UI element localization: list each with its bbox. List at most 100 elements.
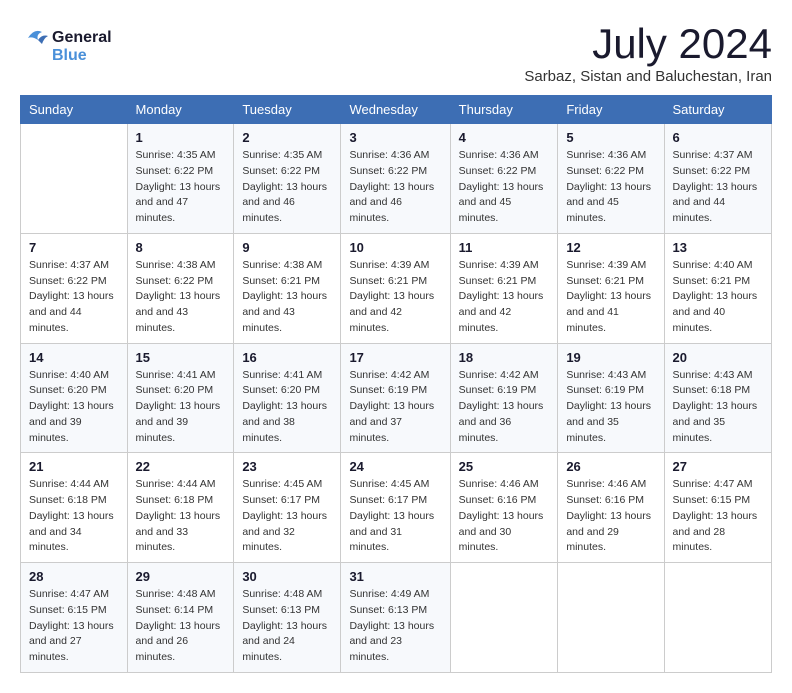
calendar-cell: 2 Sunrise: 4:35 AMSunset: 6:22 PMDaylight… [234, 124, 341, 234]
day-info: Sunrise: 4:47 AMSunset: 6:15 PMDaylight:… [29, 587, 119, 666]
page-header: General Blue July 2024 Sarbaz, Sistan an… [20, 20, 772, 85]
header-monday: Monday [127, 96, 234, 124]
day-number: 11 [459, 240, 550, 255]
header-sunday: Sunday [21, 96, 128, 124]
day-info: Sunrise: 4:41 AMSunset: 6:20 PMDaylight:… [136, 368, 226, 447]
calendar-cell: 20Sunrise: 4:43 AMSunset: 6:18 PMDayligh… [664, 343, 771, 453]
calendar-cell: 23 Sunrise: 4:45 AMSunset: 6:17 PMDayligh… [234, 453, 341, 563]
calendar-cell: 1 Sunrise: 4:35 AMSunset: 6:22 PMDaylight… [127, 124, 234, 234]
day-number: 1 [136, 130, 226, 145]
day-info: Sunrise: 4:49 AMSunset: 6:13 PMDaylight:… [349, 587, 441, 666]
calendar-cell: 21 Sunrise: 4:44 AMSunset: 6:18 PMDayligh… [21, 453, 128, 563]
header-thursday: Thursday [450, 96, 558, 124]
calendar-cell: 27 Sunrise: 4:47 AMSunset: 6:15 PMDayligh… [664, 453, 771, 563]
day-number: 28 [29, 569, 119, 584]
calendar-cell: 15 Sunrise: 4:41 AMSunset: 6:20 PMDayligh… [127, 343, 234, 453]
day-info: Sunrise: 4:35 AMSunset: 6:22 PMDaylight:… [242, 148, 332, 227]
calendar-cell: 25Sunrise: 4:46 AMSunset: 6:16 PMDayligh… [450, 453, 558, 563]
day-number: 6 [673, 130, 763, 145]
day-info: Sunrise: 4:44 AMSunset: 6:18 PMDaylight:… [29, 477, 119, 556]
calendar-cell [450, 563, 558, 673]
day-number: 10 [349, 240, 441, 255]
day-number: 18 [459, 350, 550, 365]
calendar-cell: 24 Sunrise: 4:45 AMSunset: 6:17 PMDayligh… [341, 453, 450, 563]
day-info: Sunrise: 4:43 AMSunset: 6:18 PMDaylight:… [673, 368, 763, 447]
day-info: Sunrise: 4:42 AMSunset: 6:19 PMDaylight:… [349, 368, 441, 447]
svg-text:Blue: Blue [52, 47, 87, 64]
day-number: 2 [242, 130, 332, 145]
day-info: Sunrise: 4:40 AMSunset: 6:21 PMDaylight:… [673, 258, 763, 337]
svg-text:General: General [52, 29, 112, 46]
day-info: Sunrise: 4:35 AMSunset: 6:22 PMDaylight:… [136, 148, 226, 227]
calendar-cell: 10 Sunrise: 4:39 AMSunset: 6:21 PMDayligh… [341, 233, 450, 343]
header-friday: Friday [558, 96, 664, 124]
day-info: Sunrise: 4:45 AMSunset: 6:17 PMDaylight:… [349, 477, 441, 556]
calendar-cell: 13 Sunrise: 4:40 AMSunset: 6:21 PMDayligh… [664, 233, 771, 343]
calendar-cell [664, 563, 771, 673]
calendar-cell: 18 Sunrise: 4:42 AMSunset: 6:19 PMDayligh… [450, 343, 558, 453]
day-info: Sunrise: 4:39 AMSunset: 6:21 PMDaylight:… [566, 258, 655, 337]
day-info: Sunrise: 4:46 AMSunset: 6:16 PMDaylight:… [459, 477, 550, 556]
calendar-cell: 7Sunrise: 4:37 AMSunset: 6:22 PMDaylight… [21, 233, 128, 343]
day-number: 4 [459, 130, 550, 145]
day-number: 24 [349, 459, 441, 474]
day-info: Sunrise: 4:37 AMSunset: 6:22 PMDaylight:… [673, 148, 763, 227]
day-number: 15 [136, 350, 226, 365]
day-number: 29 [136, 569, 226, 584]
calendar-cell: 16Sunrise: 4:41 AMSunset: 6:20 PMDayligh… [234, 343, 341, 453]
calendar-table: SundayMondayTuesdayWednesdayThursdayFrid… [20, 95, 772, 673]
calendar-cell [21, 124, 128, 234]
calendar-cell [558, 563, 664, 673]
day-info: Sunrise: 4:40 AMSunset: 6:20 PMDaylight:… [29, 368, 119, 447]
day-info: Sunrise: 4:48 AMSunset: 6:14 PMDaylight:… [136, 587, 226, 666]
day-info: Sunrise: 4:45 AMSunset: 6:17 PMDaylight:… [242, 477, 332, 556]
day-number: 13 [673, 240, 763, 255]
calendar-cell: 26Sunrise: 4:46 AMSunset: 6:16 PMDayligh… [558, 453, 664, 563]
calendar-cell: 11Sunrise: 4:39 AMSunset: 6:21 PMDayligh… [450, 233, 558, 343]
day-number: 3 [349, 130, 441, 145]
day-info: Sunrise: 4:48 AMSunset: 6:13 PMDaylight:… [242, 587, 332, 666]
header-tuesday: Tuesday [234, 96, 341, 124]
day-info: Sunrise: 4:46 AMSunset: 6:16 PMDaylight:… [566, 477, 655, 556]
header-wednesday: Wednesday [341, 96, 450, 124]
day-info: Sunrise: 4:38 AMSunset: 6:21 PMDaylight:… [242, 258, 332, 337]
day-info: Sunrise: 4:36 AMSunset: 6:22 PMDaylight:… [349, 148, 441, 227]
day-info: Sunrise: 4:39 AMSunset: 6:21 PMDaylight:… [349, 258, 441, 337]
calendar-cell: 8 Sunrise: 4:38 AMSunset: 6:22 PMDaylight… [127, 233, 234, 343]
day-number: 23 [242, 459, 332, 474]
day-number: 9 [242, 240, 332, 255]
week-row-0: 1 Sunrise: 4:35 AMSunset: 6:22 PMDaylight… [21, 124, 772, 234]
day-number: 27 [673, 459, 763, 474]
title-block: July 2024 Sarbaz, Sistan and Baluchestan… [524, 20, 772, 85]
day-number: 30 [242, 569, 332, 584]
calendar-cell: 29 Sunrise: 4:48 AMSunset: 6:14 PMDayligh… [127, 563, 234, 673]
day-number: 16 [242, 350, 332, 365]
day-number: 19 [566, 350, 655, 365]
calendar-cell: 30 Sunrise: 4:48 AMSunset: 6:13 PMDayligh… [234, 563, 341, 673]
day-info: Sunrise: 4:42 AMSunset: 6:19 PMDaylight:… [459, 368, 550, 447]
day-number: 12 [566, 240, 655, 255]
day-number: 8 [136, 240, 226, 255]
header-row: SundayMondayTuesdayWednesdayThursdayFrid… [21, 96, 772, 124]
calendar-cell: 4 Sunrise: 4:36 AMSunset: 6:22 PMDaylight… [450, 124, 558, 234]
day-info: Sunrise: 4:43 AMSunset: 6:19 PMDaylight:… [566, 368, 655, 447]
week-row-1: 7Sunrise: 4:37 AMSunset: 6:22 PMDaylight… [21, 233, 772, 343]
week-row-4: 28 Sunrise: 4:47 AMSunset: 6:15 PMDayligh… [21, 563, 772, 673]
calendar-cell: 12 Sunrise: 4:39 AMSunset: 6:21 PMDayligh… [558, 233, 664, 343]
calendar-cell: 9 Sunrise: 4:38 AMSunset: 6:21 PMDaylight… [234, 233, 341, 343]
week-row-3: 21 Sunrise: 4:44 AMSunset: 6:18 PMDayligh… [21, 453, 772, 563]
day-number: 21 [29, 459, 119, 474]
day-info: Sunrise: 4:44 AMSunset: 6:18 PMDaylight:… [136, 477, 226, 556]
week-row-2: 14Sunrise: 4:40 AMSunset: 6:20 PMDayligh… [21, 343, 772, 453]
month-title: July 2024 [524, 20, 772, 68]
calendar-cell: 6 Sunrise: 4:37 AMSunset: 6:22 PMDaylight… [664, 124, 771, 234]
day-info: Sunrise: 4:36 AMSunset: 6:22 PMDaylight:… [566, 148, 655, 227]
day-info: Sunrise: 4:37 AMSunset: 6:22 PMDaylight:… [29, 258, 119, 337]
day-info: Sunrise: 4:47 AMSunset: 6:15 PMDaylight:… [673, 477, 763, 556]
calendar-cell: 3 Sunrise: 4:36 AMSunset: 6:22 PMDaylight… [341, 124, 450, 234]
location-subtitle: Sarbaz, Sistan and Baluchestan, Iran [524, 68, 772, 85]
day-info: Sunrise: 4:36 AMSunset: 6:22 PMDaylight:… [459, 148, 550, 227]
day-number: 5 [566, 130, 655, 145]
calendar-cell: 17Sunrise: 4:42 AMSunset: 6:19 PMDayligh… [341, 343, 450, 453]
day-info: Sunrise: 4:38 AMSunset: 6:22 PMDaylight:… [136, 258, 226, 337]
